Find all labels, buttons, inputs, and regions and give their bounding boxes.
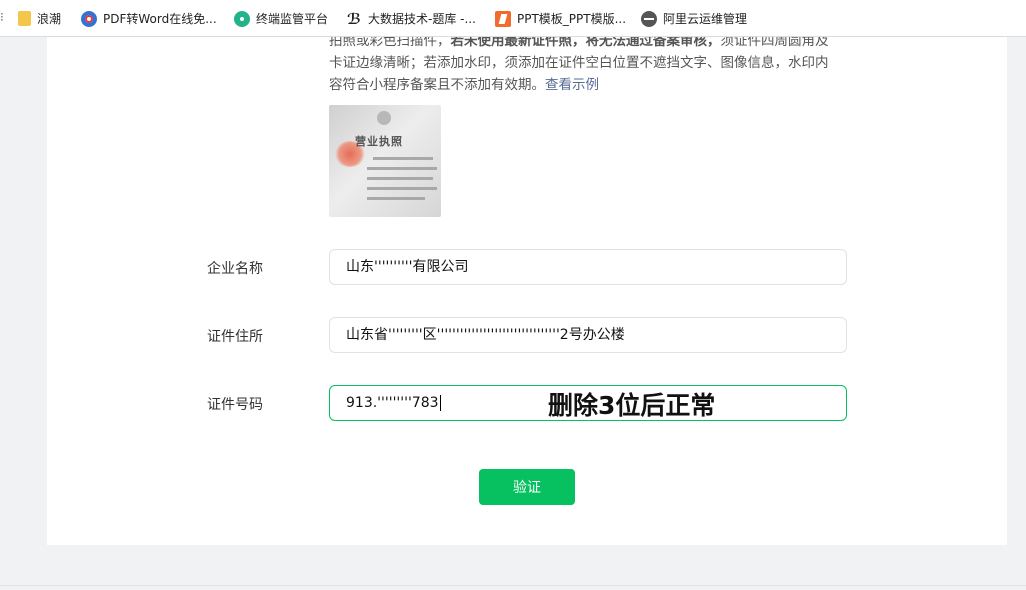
id-number-label: 证件号码 bbox=[207, 397, 263, 413]
note-text: 卡证边缘清晰；若添加水印，须添加在证件空白位置不遮挡文字、图像信息，水印内 bbox=[329, 55, 829, 71]
folder-icon bbox=[18, 11, 31, 26]
footer-divider bbox=[0, 585, 1026, 586]
pdf-converter-icon bbox=[81, 10, 97, 27]
bookmark-ppt-templates[interactable]: PPT模板_PPT模版... bbox=[495, 0, 626, 37]
id-number-value: 913.'''''''''783 bbox=[346, 395, 439, 411]
bookmark-label: 浪潮 bbox=[37, 12, 62, 26]
note-text: 拍照或彩色扫描件， bbox=[329, 37, 451, 49]
bookmark-monitor-platform[interactable]: 终端监管平台 bbox=[234, 0, 328, 37]
bookmark-pdf-to-word[interactable]: PDF转Word在线免... bbox=[81, 0, 217, 37]
license-text-line bbox=[367, 177, 433, 180]
bookmark-bigdata-quiz[interactable]: ℬ 大数据技术-题库 -... bbox=[346, 0, 476, 37]
address-input[interactable]: 山东省'''''''''区'''''''''''''''''''''''''''… bbox=[329, 317, 847, 353]
national-emblem-icon bbox=[377, 111, 391, 125]
bookmarks-overflow-handle[interactable]: ⁝ bbox=[0, 10, 4, 24]
note-text: 容符合小程序备案且不添加有效期。 bbox=[329, 77, 545, 93]
license-text-line bbox=[367, 167, 437, 170]
upload-note: 拍照或彩色扫描件，若未使用最新证件照，将无法通过备案审核，须证件四周圆角及 卡证… bbox=[329, 37, 854, 95]
bookmark-langchao[interactable]: 浪潮 bbox=[18, 0, 61, 37]
verify-button[interactable]: 验证 bbox=[479, 469, 575, 505]
bookmark-aliyun-ops[interactable]: 阿里云运维管理 bbox=[641, 0, 747, 37]
license-title: 营业执照 bbox=[355, 135, 403, 148]
note-text: 须证件四周圆角及 bbox=[720, 37, 829, 49]
license-text-line bbox=[367, 187, 437, 190]
annotation-text: 删除3位后正常 bbox=[548, 391, 716, 420]
license-text-line bbox=[367, 197, 425, 200]
bigdata-icon: ℬ bbox=[347, 9, 361, 28]
bookmark-label: PPT模板_PPT模版... bbox=[517, 12, 627, 26]
company-name-input[interactable]: 山东''''''''''有限公司 bbox=[329, 249, 847, 285]
bookmark-label: 阿里云运维管理 bbox=[663, 12, 748, 26]
business-license-thumbnail[interactable]: 营业执照 bbox=[329, 105, 441, 217]
view-example-link[interactable]: 查看示例 bbox=[545, 77, 599, 93]
note-warning: 若未使用最新证件照，将无法通过备案审核， bbox=[450, 37, 721, 49]
license-text-line bbox=[373, 157, 433, 160]
text-caret bbox=[439, 395, 441, 411]
bookmark-label: 大数据技术-题库 -... bbox=[368, 12, 476, 26]
monitor-platform-icon bbox=[234, 10, 250, 27]
aliyun-icon bbox=[641, 10, 657, 27]
ppt-icon bbox=[495, 10, 511, 27]
company-name-label: 企业名称 bbox=[207, 261, 263, 277]
address-label: 证件住所 bbox=[207, 329, 263, 345]
bookmark-label: PDF转Word在线免... bbox=[103, 12, 217, 26]
bookmark-label: 终端监管平台 bbox=[256, 12, 329, 26]
bookmarks-bar: ⁝ 浪潮 PDF转Word在线免... 终端监管平台 ℬ 大数据技术-题库 -.… bbox=[0, 0, 1026, 37]
upload-note-clip: 拍照或彩色扫描件，若未使用最新证件照，将无法通过备案审核，须证件四周圆角及 卡证… bbox=[329, 37, 854, 95]
